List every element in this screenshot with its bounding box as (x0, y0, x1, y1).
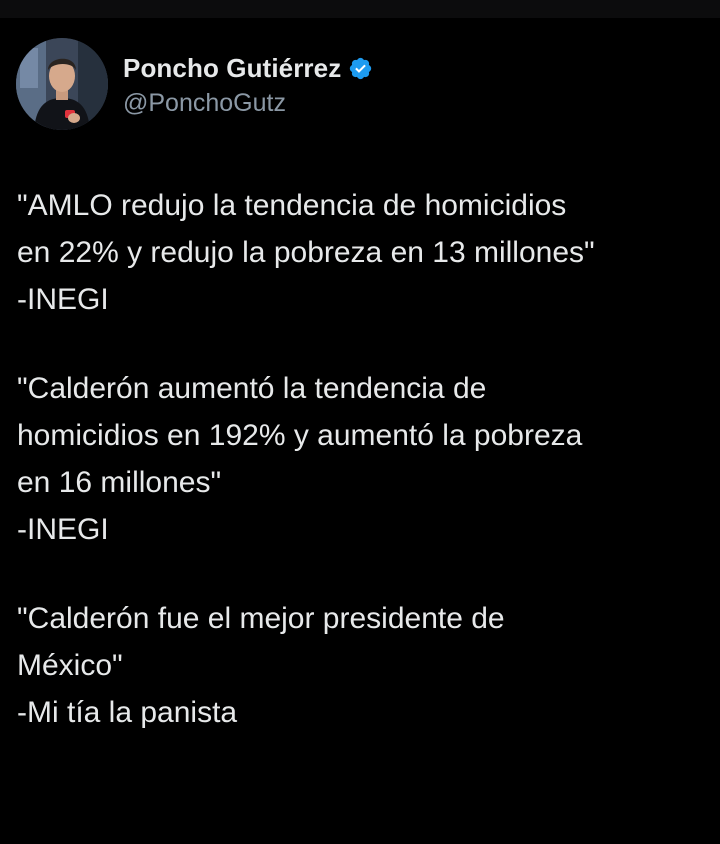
author-handle[interactable]: @PonchoGutz (123, 89, 373, 118)
tweet-card: Poncho Gutiérrez @PonchoGutz "AMLO reduj… (0, 18, 720, 844)
name-row: Poncho Gutiérrez (123, 51, 373, 87)
author-names: Poncho Gutiérrez @PonchoGutz (123, 38, 373, 130)
tweet-text: "AMLO redujo la tendencia de homicidios … (17, 182, 707, 778)
verified-badge-icon (348, 56, 373, 81)
tweet-line: México" (17, 649, 123, 682)
tweet-line: "Calderón aumentó la tendencia de (17, 372, 487, 405)
tweet-line: en 22% y redujo la pobreza en 13 millone… (17, 236, 595, 269)
author-display-name[interactable]: Poncho Gutiérrez (123, 53, 341, 84)
tweet-line: -INEGI (17, 283, 109, 316)
top-bar (0, 0, 720, 18)
tweet-line: "Calderón fue el mejor presidente de (17, 602, 505, 635)
tweet-line: -INEGI (17, 513, 109, 546)
avatar[interactable] (16, 38, 108, 130)
tweet-paragraph: "Calderón fue el mejor presidente de Méx… (17, 595, 707, 736)
tweet-line: "AMLO redujo la tendencia de homicidios (17, 189, 567, 222)
avatar-photo (16, 38, 108, 130)
tweet-line: en 16 millones" (17, 466, 222, 499)
tweet-header: Poncho Gutiérrez @PonchoGutz (16, 38, 373, 130)
tweet-line: homicidios en 192% y aumentó la pobreza (17, 419, 583, 452)
tweet-paragraph: "Calderón aumentó la tendencia de homici… (17, 365, 707, 553)
tweet-paragraph: "AMLO redujo la tendencia de homicidios … (17, 182, 707, 323)
tweet-line: -Mi tía la panista (17, 696, 238, 729)
